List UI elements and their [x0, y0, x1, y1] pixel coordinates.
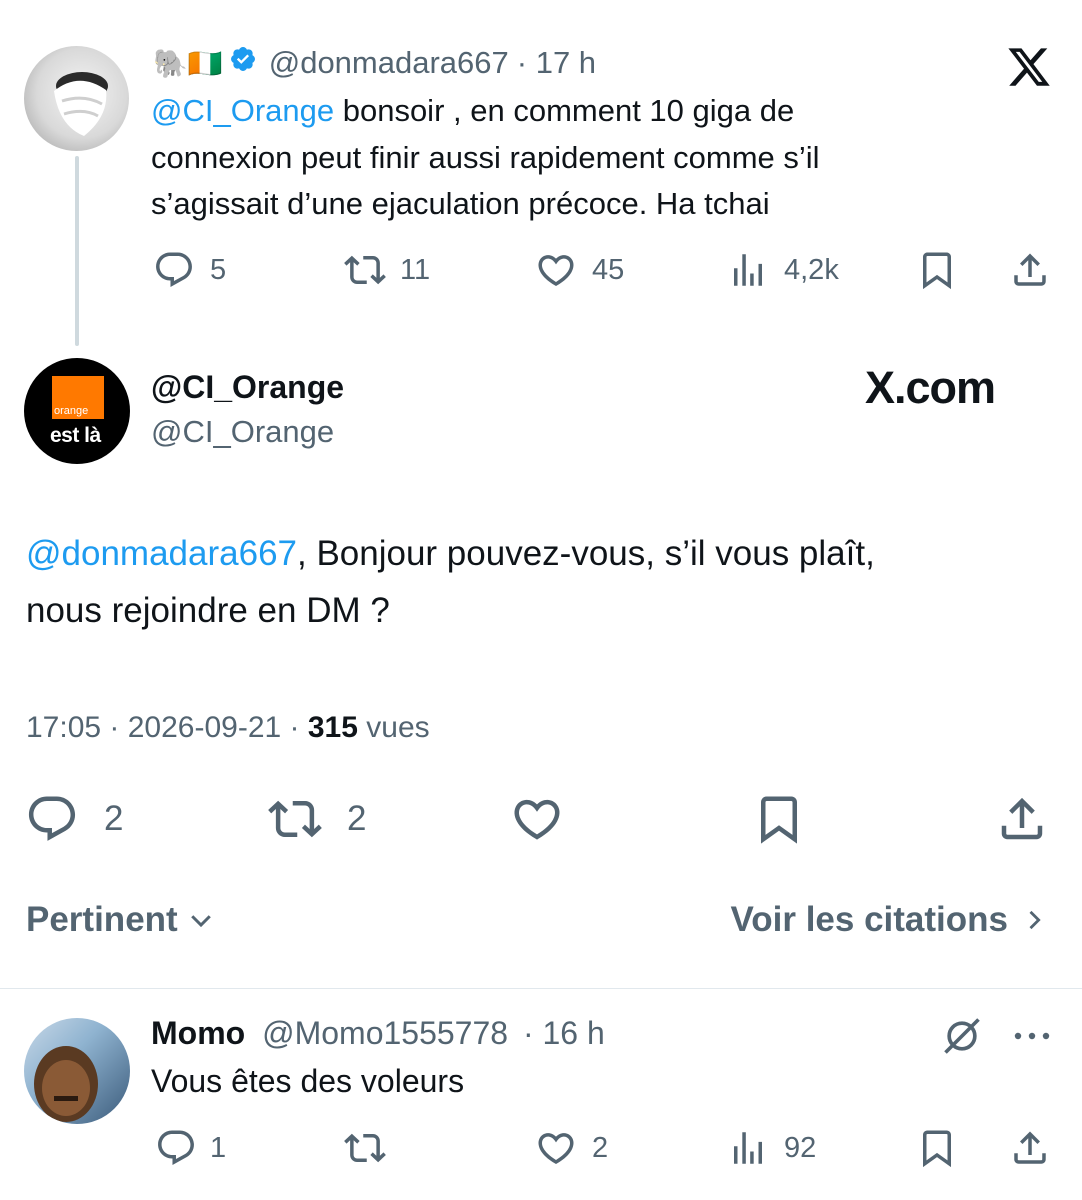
- mention-ci-orange[interactable]: @CI_Orange: [151, 93, 334, 128]
- parent-text-line3: s’agissait d’une ejaculation précoce. Ha…: [151, 186, 770, 221]
- main-bookmark-button[interactable]: [752, 792, 806, 846]
- main-views-count: 315: [307, 711, 358, 744]
- main-timestamp[interactable]: 17:05 · 2026-09-21 ·: [26, 711, 308, 744]
- parent-view-count: 4,2k: [784, 254, 839, 286]
- avatar-ci-orange[interactable]: orange est là: [24, 358, 130, 464]
- main-retweet-count: 2: [347, 799, 367, 838]
- avatar-brand-text: orange: [54, 405, 89, 417]
- like-button[interactable]: [534, 249, 578, 291]
- reply-time[interactable]: · 16 h: [523, 1015, 605, 1051]
- views-button[interactable]: [727, 249, 769, 291]
- main-retweet-button[interactable]: [264, 792, 326, 846]
- view-quotes-link[interactable]: Voir les citations: [731, 900, 1049, 940]
- author-emojis: 🐘🇨🇮: [153, 47, 223, 79]
- parent-handle[interactable]: @donmadara667: [269, 45, 509, 81]
- views-chart-icon: [734, 1132, 762, 1164]
- main-text-line2: nous rejoindre en DM ?: [26, 591, 390, 630]
- main-author-handle[interactable]: @CI_Orange: [151, 414, 334, 450]
- share-icon: [1014, 1131, 1046, 1164]
- reply-view-count: 92: [784, 1132, 817, 1164]
- bookmark-button[interactable]: [916, 249, 958, 291]
- x-logo-icon: [1005, 44, 1053, 90]
- reply-author-name[interactable]: Momo: [151, 1015, 245, 1051]
- chevron-right-icon: [1029, 910, 1041, 930]
- reply-share-button[interactable]: [1008, 1127, 1052, 1169]
- retweet-icon: [268, 800, 322, 838]
- mention-donmadara667[interactable]: @donmadara667: [26, 534, 297, 573]
- grok-icon[interactable]: [940, 1014, 984, 1058]
- share-icon: [1014, 253, 1046, 286]
- main-timestamp-row: 17:05 · 2026-09-21 · 315 vues: [26, 711, 430, 745]
- sort-label: Pertinent: [26, 900, 178, 939]
- heart-icon: [514, 799, 560, 840]
- sort-dropdown[interactable]: Pertinent: [26, 900, 216, 940]
- watermark-text: X.com: [865, 362, 996, 413]
- views-chart-icon: [734, 254, 762, 286]
- avatar-tagline: est là: [50, 424, 101, 447]
- share-icon: [1001, 797, 1043, 840]
- verified-badge-icon: [229, 45, 257, 81]
- chevron-down-icon: [190, 915, 211, 928]
- heart-icon: [538, 255, 574, 287]
- retweet-icon: [344, 255, 386, 285]
- parent-time[interactable]: · 17 h: [517, 45, 596, 81]
- share-button[interactable]: [1008, 249, 1052, 291]
- main-text-line1: , Bonjour pouvez-vous, s’il vous plaît,: [297, 534, 875, 573]
- reply-like-count: 2: [592, 1132, 609, 1164]
- reply-button[interactable]: [153, 249, 195, 291]
- reply-icon: [28, 796, 76, 841]
- main-share-button[interactable]: [994, 792, 1050, 846]
- main-author-name[interactable]: @CI_Orange: [151, 369, 344, 406]
- main-like-button[interactable]: [508, 792, 566, 846]
- retweet-button[interactable]: [342, 249, 388, 291]
- avatar-image: [54, 72, 108, 136]
- thread-connector-line: [75, 156, 79, 346]
- reply-reply-count: 1: [210, 1132, 227, 1164]
- heart-icon: [538, 1133, 574, 1165]
- section-divider: [0, 988, 1082, 989]
- reply-like-button[interactable]: [534, 1127, 578, 1169]
- view-quotes-label: Voir les citations: [730, 900, 1009, 939]
- retweet-icon: [344, 1133, 386, 1163]
- reply-views-button[interactable]: [727, 1127, 769, 1169]
- xcom-watermark: X.com: [865, 362, 996, 414]
- reply-handle[interactable]: @Momo1555778: [262, 1015, 508, 1051]
- reply-reply-button[interactable]: [155, 1127, 197, 1169]
- avatar-donmadara667[interactable]: [24, 46, 129, 151]
- bookmark-icon: [923, 1130, 951, 1168]
- parent-text-line1: bonsoir , en comment 10 giga de: [334, 93, 795, 128]
- parent-tweet-text: @CI_Orange bonsoir , en comment 10 giga …: [151, 88, 1031, 228]
- bookmark-icon: [761, 796, 797, 844]
- parent-author-row: 🐘🇨🇮 @donmadara667 · 17 h: [153, 42, 596, 84]
- parent-like-count: 45: [592, 254, 625, 286]
- reply-author-row: Momo @Momo1555778 · 16 h: [151, 1015, 605, 1052]
- reply-text: Vous êtes des voleurs: [151, 1063, 465, 1099]
- main-reply-count: 2: [104, 799, 124, 838]
- avatar-momo[interactable]: [24, 1018, 130, 1124]
- main-views-label: vues: [357, 711, 430, 744]
- reply-retweet-button[interactable]: [342, 1127, 388, 1169]
- more-options-icon[interactable]: [1012, 1026, 1052, 1046]
- reply-icon: [156, 252, 192, 287]
- avatar-image: [34, 1046, 98, 1122]
- main-tweet-text: @donmadara667, Bonjour pouvez-vous, s’il…: [26, 525, 1066, 639]
- parent-reply-count: 5: [210, 254, 227, 286]
- bookmark-icon: [923, 252, 951, 290]
- parent-retweet-count: 11: [400, 254, 431, 286]
- parent-text-line2: connexion peut finir aussi rapidement co…: [151, 139, 820, 175]
- reply-bookmark-button[interactable]: [916, 1127, 958, 1169]
- reply-icon: [158, 1130, 194, 1165]
- main-reply-button[interactable]: [24, 792, 80, 846]
